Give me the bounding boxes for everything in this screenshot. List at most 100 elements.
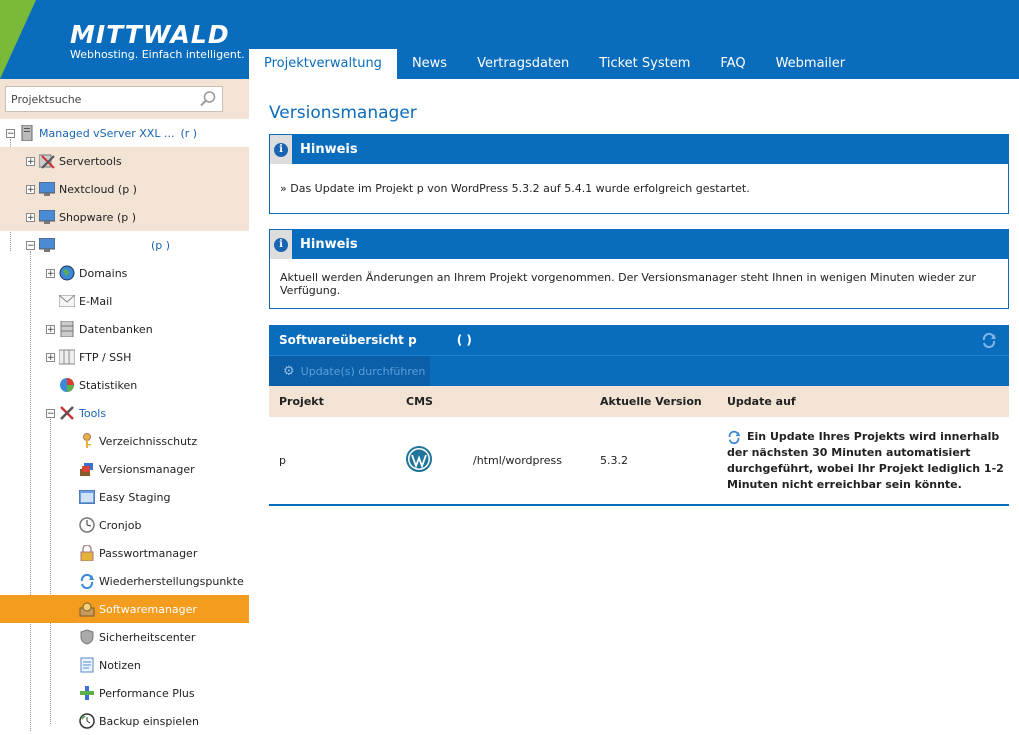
software-toolbar: ⚙ Update(s) durchführen bbox=[269, 355, 1009, 386]
tree-item-email[interactable]: E-Mail bbox=[0, 287, 249, 315]
tree-item-notizen[interactable]: Notizen bbox=[0, 651, 249, 679]
project-label: (p ) bbox=[151, 238, 171, 252]
sidebar: − Managed vServer XXL ... (r ) + Servert… bbox=[0, 79, 249, 735]
server-suffix: (r ) bbox=[180, 126, 198, 140]
search-area bbox=[0, 79, 249, 119]
tree-item-statistiken[interactable]: Statistiken bbox=[0, 371, 249, 399]
tree-item-datenbanken[interactable]: + Datenbanken bbox=[0, 315, 249, 343]
wordpress-logo-icon bbox=[406, 446, 432, 472]
tree-item-sicherheitscenter[interactable]: Sicherheitscenter bbox=[0, 623, 249, 651]
tree-item-performance-plus[interactable]: Performance Plus bbox=[0, 679, 249, 707]
monitor-icon bbox=[39, 181, 55, 197]
cronjob-icon bbox=[79, 517, 95, 533]
project-search-input[interactable] bbox=[6, 87, 201, 111]
tree-item-nextcloud[interactable]: + Nextcloud (p ) bbox=[0, 175, 249, 203]
servertools-label: Servertools bbox=[59, 154, 122, 168]
server-icon bbox=[19, 125, 35, 141]
tree-item-tools[interactable]: − Tools bbox=[0, 399, 249, 427]
search-icon[interactable] bbox=[199, 90, 217, 108]
tree-item-versionsmanager[interactable]: Versionsmanager bbox=[0, 455, 249, 483]
cell-cms bbox=[396, 446, 463, 475]
update-message-text: Ein Update Ihres Projekts wird innerhalb… bbox=[727, 429, 1004, 491]
tab-webmailer[interactable]: Webmailer bbox=[761, 49, 861, 79]
tools-icon bbox=[59, 405, 75, 421]
tool-label: Versionsmanager bbox=[99, 462, 195, 476]
staging-icon bbox=[79, 489, 95, 505]
tree-item-verzeichnisschutz[interactable]: Verzeichnisschutz bbox=[0, 427, 249, 455]
collapse-toggle[interactable]: − bbox=[26, 240, 35, 250]
database-icon bbox=[59, 321, 75, 337]
main-nav: Projektverwaltung News Vertragsdaten Tic… bbox=[249, 49, 860, 79]
tree-item-wiederherstellungspunkte[interactable]: Wiederherstellungspunkte bbox=[0, 567, 249, 595]
tree-item-ftp-ssh[interactable]: + FTP / SSH bbox=[0, 343, 249, 371]
tool-label: Passwortmanager bbox=[99, 546, 198, 560]
tagline: Webhosting. Einfach intelligent. bbox=[70, 48, 245, 61]
notice-title: Hinweis bbox=[300, 142, 358, 157]
logo[interactable]: MITTWALD bbox=[70, 20, 230, 49]
restore-icon bbox=[79, 573, 95, 589]
collapse-toggle[interactable]: − bbox=[46, 408, 55, 418]
shield-icon bbox=[79, 629, 95, 645]
cell-update: Ein Update Ihres Projekts wird innerhalb… bbox=[717, 429, 1009, 493]
tree-item-softwaremanager[interactable]: Softwaremanager bbox=[0, 595, 249, 623]
collapse-toggle[interactable]: − bbox=[6, 128, 15, 138]
globe-icon bbox=[59, 265, 75, 281]
tool-label: Cronjob bbox=[99, 518, 142, 532]
tool-label: Performance Plus bbox=[99, 686, 195, 700]
lock-icon bbox=[79, 545, 95, 561]
tool-label: Backup einspielen bbox=[99, 714, 199, 728]
tool-label: Notizen bbox=[99, 658, 141, 672]
tab-vertragsdaten[interactable]: Vertragsdaten bbox=[462, 49, 584, 79]
mail-icon bbox=[59, 293, 75, 309]
tree-item-easy-staging[interactable]: Easy Staging bbox=[0, 483, 249, 511]
tab-projektverwaltung[interactable]: Projektverwaltung bbox=[249, 49, 397, 79]
ftp-icon bbox=[59, 349, 75, 365]
nextcloud-label: Nextcloud (p ) bbox=[59, 182, 137, 196]
software-overview-header: Softwareübersicht p ( ) bbox=[269, 325, 1009, 355]
tree-item-shopware[interactable]: + Shopware (p ) bbox=[0, 203, 249, 231]
notice-text: Aktuell werden Änderungen an Ihrem Proje… bbox=[280, 270, 976, 297]
update-message: Ein Update Ihres Projekts wird innerhalb… bbox=[727, 429, 1009, 493]
tree-item-servertools[interactable]: + Servertools bbox=[0, 147, 249, 175]
tree-item-cronjob[interactable]: Cronjob bbox=[0, 511, 249, 539]
info-icon: i bbox=[270, 230, 292, 259]
tree-item-backup-einspielen[interactable]: Backup einspielen bbox=[0, 707, 249, 735]
tab-ticket-system[interactable]: Ticket System bbox=[584, 49, 705, 79]
brand-stripe bbox=[0, 0, 36, 79]
expand-toggle[interactable]: + bbox=[46, 268, 55, 278]
notice-changes-in-progress: i Hinweis Aktuell werden Änderungen an I… bbox=[269, 229, 1009, 309]
column-projekt: Projekt bbox=[279, 395, 324, 408]
refresh-icon bbox=[728, 430, 741, 444]
domains-label: Domains bbox=[79, 266, 128, 280]
tools-icon bbox=[39, 153, 55, 169]
expand-toggle[interactable]: + bbox=[26, 156, 35, 166]
notice-header: i Hinweis bbox=[270, 230, 1008, 259]
tab-news[interactable]: News bbox=[397, 49, 462, 79]
update-button[interactable]: ⚙ Update(s) durchführen bbox=[269, 356, 430, 386]
notice-update-started: i Hinweis » Das Update im Projekt p von … bbox=[269, 134, 1009, 214]
tree-item-domains[interactable]: + Domains bbox=[0, 259, 249, 287]
notice-header: i Hinweis bbox=[270, 135, 1008, 164]
page-title: Versionsmanager bbox=[269, 103, 417, 123]
expand-toggle[interactable]: + bbox=[26, 212, 35, 222]
tree-item-server[interactable]: − Managed vServer XXL ... (r ) bbox=[0, 119, 249, 147]
notice-title: Hinweis bbox=[300, 237, 358, 252]
tool-label: Verzeichnisschutz bbox=[99, 434, 198, 448]
refresh-icon[interactable] bbox=[981, 332, 997, 348]
tree-item-passwortmanager[interactable]: Passwortmanager bbox=[0, 539, 249, 567]
monitor-icon bbox=[39, 209, 55, 225]
software-overview-panel: Softwareübersicht p ( ) ⚙ Update(s) durc… bbox=[269, 325, 1009, 506]
cell-projekt: p bbox=[279, 454, 286, 467]
tree-item-project[interactable]: − (p ) bbox=[0, 231, 249, 259]
expand-toggle[interactable]: + bbox=[26, 184, 35, 194]
update-button-label: Update(s) durchführen bbox=[300, 364, 426, 378]
gear-icon: ⚙ bbox=[283, 363, 295, 379]
expand-toggle[interactable]: + bbox=[46, 324, 55, 334]
softwaremanager-icon bbox=[79, 601, 95, 617]
backup-icon bbox=[79, 713, 95, 729]
tab-faq[interactable]: FAQ bbox=[705, 49, 760, 79]
tool-label: Sicherheitscenter bbox=[99, 630, 196, 644]
tool-label: Easy Staging bbox=[99, 490, 171, 504]
cell-path: /html/wordpress bbox=[473, 454, 562, 467]
expand-toggle[interactable]: + bbox=[46, 352, 55, 362]
